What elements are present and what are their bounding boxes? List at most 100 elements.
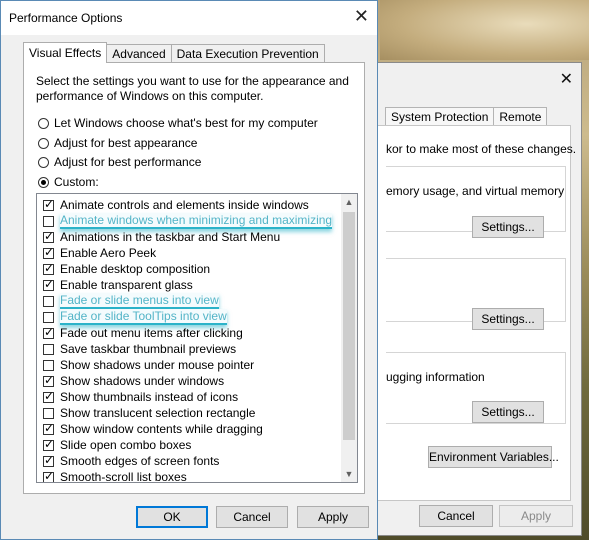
effect-label: Fade or slide ToolTips into view [60,309,227,325]
effect-label: Save taskbar thumbnail previews [60,342,237,356]
effect-label: Show shadows under windows [60,374,225,388]
checkbox[interactable] [43,277,54,291]
startup-recovery-desc: ugging information [386,370,485,384]
effect-label: Animate windows when minimizing and maxi… [60,213,333,229]
list-item[interactable]: Animate windows when minimizing and maxi… [43,213,333,229]
radio-label: Adjust for best performance [54,155,202,169]
radio-custom[interactable]: Custom: [38,175,99,189]
list-item[interactable]: Animate controls and elements inside win… [43,197,309,213]
performance-settings-button[interactable]: Settings... [472,216,544,238]
checkbox[interactable] [43,261,54,275]
list-item[interactable]: Fade or slide ToolTips into view [43,309,227,325]
tab-advanced[interactable]: Advanced [106,44,172,63]
list-item[interactable]: Smooth-scroll list boxes [43,469,187,483]
list-item[interactable]: Enable Aero Peek [43,245,156,261]
window-title: Performance Options [9,11,123,25]
bg-apply-button[interactable]: Apply [499,505,573,527]
effect-label: Show shadows under mouse pointer [60,358,255,372]
tab-data-execution-prevention[interactable]: Data Execution Prevention [170,44,325,63]
bg-cancel-button[interactable]: Cancel [419,505,493,527]
checkbox[interactable] [43,359,54,371]
tab-system-protection[interactable]: System Protection [385,107,495,126]
close-icon[interactable]: ✕ [560,69,573,89]
list-item[interactable]: Save taskbar thumbnail previews [43,341,236,357]
checkbox[interactable] [43,453,54,467]
effect-label: Show thumbnails instead of icons [60,390,239,404]
effect-label: Animate controls and elements inside win… [60,198,309,212]
list-item[interactable]: Enable transparent glass [43,277,193,293]
performance-desc: emory usage, and virtual memory [386,184,565,198]
checkbox[interactable] [43,215,54,227]
visual-effects-panel: Select the settings you want to use for … [23,62,365,494]
effect-label: Show window contents while dragging [60,422,263,436]
effect-label: Enable transparent glass [60,278,193,292]
tab-strip: Visual Effects Advanced Data Execution P… [23,42,325,63]
effect-label: Enable desktop composition [60,262,211,276]
list-item[interactable]: Show thumbnails instead of icons [43,389,238,405]
title-bar[interactable]: Performance Options ✕ [1,1,377,35]
effect-label: Show translucent selection rectangle [60,406,256,420]
effect-label: Animations in the taskbar and Start Menu [60,230,281,244]
startup-recovery-settings-button[interactable]: Settings... [472,401,544,423]
radio-label: Let Windows choose what's best for my co… [54,116,318,130]
radio-label: Adjust for best appearance [54,136,198,150]
list-item[interactable]: Show window contents while dragging [43,421,263,437]
checkbox[interactable] [43,311,54,323]
checkbox[interactable] [43,407,54,419]
effect-label: Smooth edges of screen fonts [60,454,220,468]
admin-note: kor to make most of these changes. [386,142,577,156]
radio-label: Custom: [54,175,99,189]
apply-button[interactable]: Apply [297,506,369,528]
scroll-down-icon[interactable]: ▼ [341,466,357,482]
radio-best-appearance[interactable]: Adjust for best appearance [38,136,197,150]
environment-variables-button[interactable]: Environment Variables... [428,446,559,468]
scroll-up-icon[interactable]: ▲ [341,194,357,210]
system-properties-dialog: ✕ System Protection Remote kor to make m… [360,62,582,536]
performance-options-dialog: Performance Options ✕ Visual Effects Adv… [0,0,378,540]
list-item[interactable]: Show shadows under mouse pointer [43,357,254,373]
effect-label: Enable Aero Peek [60,246,157,260]
radio-let-windows-choose[interactable]: Let Windows choose what's best for my co… [38,116,318,130]
checkbox[interactable] [43,295,54,307]
checkbox[interactable] [43,245,54,259]
checkbox[interactable] [43,325,54,339]
checkbox[interactable] [43,373,54,387]
scroll-thumb[interactable] [343,212,355,440]
vertical-scrollbar[interactable]: ▲ ▼ [341,194,357,482]
visual-effects-list[interactable]: Animate controls and elements inside win… [36,193,358,483]
effect-label: Fade out menu items after clicking [60,326,243,340]
user-profiles-settings-button[interactable]: Settings... [472,308,544,330]
bg-advanced-panel: kor to make most of these changes. emory… [373,125,576,501]
effect-label: Fade or slide menus into view [60,293,219,309]
tab-visual-effects[interactable]: Visual Effects [23,42,108,63]
list-item[interactable]: Fade out menu items after clicking [43,325,243,341]
list-item[interactable]: Show shadows under windows [43,373,224,389]
bg-tab-strip: System Protection Remote [385,107,548,126]
description-text: Select the settings you want to use for … [36,74,349,103]
desktop-wallpaper [380,0,589,60]
cancel-button[interactable]: Cancel [216,506,288,528]
checkbox[interactable] [43,343,54,355]
ok-button[interactable]: OK [136,506,208,528]
list-item[interactable]: Slide open combo boxes [43,437,191,453]
close-icon[interactable]: ✕ [354,6,369,27]
checkbox[interactable] [43,389,54,403]
checkbox[interactable] [43,229,54,243]
checkbox[interactable] [43,437,54,451]
list-item[interactable]: Show translucent selection rectangle [43,405,255,421]
radio-best-performance[interactable]: Adjust for best performance [38,155,201,169]
effect-label: Slide open combo boxes [60,438,192,452]
checkbox[interactable] [43,469,54,482]
effect-label: Smooth-scroll list boxes [60,470,187,483]
radio-button[interactable] [38,176,49,188]
list-item[interactable]: Animations in the taskbar and Start Menu [43,229,280,245]
radio-button[interactable] [38,156,49,168]
radio-button[interactable] [38,137,49,149]
radio-button[interactable] [38,117,49,129]
checkbox[interactable] [43,197,54,211]
list-item[interactable]: Smooth edges of screen fonts [43,453,219,469]
list-item[interactable]: Fade or slide menus into view [43,293,219,309]
list-item[interactable]: Enable desktop composition [43,261,210,277]
checkbox[interactable] [43,421,54,435]
tab-remote[interactable]: Remote [493,107,548,126]
